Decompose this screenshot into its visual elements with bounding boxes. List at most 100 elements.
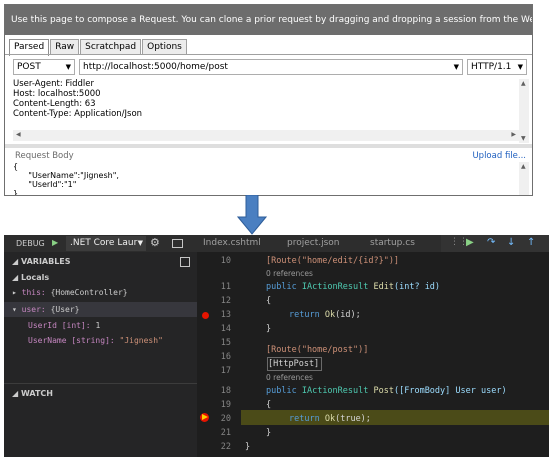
debug-title: DEBUG (16, 239, 45, 248)
code-line[interactable]: } (245, 442, 250, 452)
request-headers-textarea[interactable]: User-Agent: Fiddler Host: localhost:5000… (13, 79, 518, 127)
header-line: Content-Length: 63 (13, 99, 96, 109)
codelens-references[interactable]: 0 references (266, 373, 313, 382)
locals-header-label: Locals (20, 273, 50, 282)
code-line[interactable]: [Route("home/post")] (266, 345, 368, 355)
scroll-down-icon[interactable]: ▼ (521, 135, 526, 142)
chevron-down-icon: ▾ (12, 305, 22, 314)
gear-icon[interactable]: ⚙ (150, 236, 160, 249)
request-body-textarea[interactable]: { "UserName":"Jignesh", "UserId":"1" } (13, 162, 518, 195)
variable-name: user: (21, 305, 46, 314)
header-line: Content-Type: Application/Json (13, 109, 143, 119)
tab-project-json[interactable]: project.json (287, 235, 340, 252)
divider (4, 383, 197, 384)
scroll-up-icon[interactable]: ▲ (521, 163, 526, 170)
start-debugging-icon[interactable]: ▶ (52, 238, 58, 247)
code-line[interactable]: } (266, 324, 271, 334)
chevron-down-icon: ▼ (137, 239, 143, 247)
line-number: 12 (220, 296, 231, 306)
code-line[interactable]: { (266, 296, 271, 306)
line-number: 14 (220, 324, 231, 334)
chevron-down-icon: ◢ (12, 257, 21, 266)
code-line[interactable]: [Route("home/edit/{id?}")] (266, 256, 399, 266)
debug-console-icon[interactable] (172, 239, 183, 248)
code-line[interactable]: public IActionResult Post([FromBody] Use… (266, 386, 507, 396)
step-into-icon[interactable]: ↓ (507, 237, 515, 248)
variable-value: {HomeController} (50, 288, 128, 297)
codelens-references[interactable]: 0 references (266, 269, 313, 278)
composer-tabs: Parsed Raw Scratchpad Options (9, 39, 188, 56)
tab-index-cshtml[interactable]: Index.cshtml (203, 235, 261, 252)
tab-divider (5, 54, 532, 55)
chevron-down-icon: ◢ (12, 273, 21, 282)
code-function: Post (373, 386, 394, 396)
code-keyword: public (266, 282, 297, 292)
line-number: 16 (220, 352, 231, 362)
line-number: 11 (220, 282, 231, 292)
headers-horizontal-scrollbar[interactable]: ◀ ▶ (13, 130, 519, 141)
code-line[interactable]: return Ok(true); (289, 414, 371, 424)
down-arrow-icon (237, 195, 267, 235)
http-version-select[interactable]: HTTP/1.1 ▼ (467, 59, 527, 75)
scroll-up-icon[interactable]: ▲ (521, 80, 526, 87)
step-out-icon[interactable]: ↑ (527, 237, 535, 248)
composer-banner: Use this page to compose a Request. You … (5, 5, 532, 35)
line-number: 18 (220, 386, 231, 396)
line-number: 19 (220, 400, 231, 410)
watch-header[interactable]: ◢ WATCH (12, 389, 53, 398)
chevron-down-icon: ▼ (517, 63, 523, 71)
code-line[interactable]: } (266, 428, 271, 438)
step-over-icon[interactable]: ↷ (487, 237, 495, 248)
body-vertical-scrollbar[interactable]: ▲ (519, 162, 529, 195)
code-keyword: public (266, 386, 297, 396)
tab-raw[interactable]: Raw (50, 39, 80, 55)
variable-name: UserName [string]: (28, 336, 115, 345)
code-function: Ok (324, 310, 336, 320)
line-number: 17 (220, 366, 231, 376)
method-select[interactable]: POST ▼ (13, 59, 75, 75)
debug-toolbar: ⋮⋮ ▶ ↷ ↓ ↑ (441, 235, 549, 252)
launch-config-value: .NET Core Laur (70, 238, 138, 248)
variable-name: this: (21, 288, 46, 297)
chevron-down-icon: ◢ (12, 389, 21, 398)
variable-user[interactable]: ▾ user: {User} (12, 305, 79, 314)
variables-header-label: VARIABLES (20, 257, 71, 266)
code-function: Edit (373, 282, 394, 292)
breakpoint-icon[interactable] (202, 312, 209, 319)
code-type: IActionResult (301, 282, 369, 292)
tab-startup-cs[interactable]: startup.cs (370, 235, 415, 252)
debug-sidebar (4, 235, 197, 457)
current-execution-arrow-icon (202, 414, 208, 420)
variable-userid[interactable]: UserId [int]: 1 (28, 321, 100, 330)
code-text: (true); (335, 414, 371, 424)
tab-scratchpad[interactable]: Scratchpad (80, 39, 142, 55)
scroll-right-icon[interactable]: ▶ (511, 131, 516, 138)
code-keyword: return (289, 310, 320, 320)
code-line[interactable]: public IActionResult Edit(int? id) (266, 282, 440, 292)
code-type: IActionResult (301, 386, 369, 396)
splitter[interactable] (5, 144, 532, 148)
code-line[interactable]: { (266, 400, 271, 410)
http-version-value: HTTP/1.1 (471, 62, 512, 72)
line-number: 22 (220, 442, 231, 452)
header-line: Host: localhost:5000 (13, 89, 101, 99)
variable-username[interactable]: UserName [string]: "Jignesh" (28, 336, 163, 345)
variables-header[interactable]: ◢ VARIABLES (12, 257, 71, 266)
code-line[interactable]: return Ok(id); (289, 310, 361, 320)
upload-file-link[interactable]: Upload file... (472, 151, 526, 161)
code-line[interactable]: [HttpPost] (268, 359, 319, 369)
collapse-all-icon[interactable] (180, 257, 190, 267)
variable-this[interactable]: ▸ this: {HomeController} (12, 288, 128, 297)
method-value: POST (17, 62, 41, 72)
url-input[interactable]: http://localhost:5000/home/post ▼ (79, 59, 463, 75)
tab-options[interactable]: Options (142, 39, 187, 55)
line-number: 21 (220, 428, 231, 438)
current-line-highlight (241, 410, 549, 425)
locals-header[interactable]: ◢ Locals (12, 273, 49, 282)
continue-icon[interactable]: ▶ (466, 237, 474, 248)
launch-config-select[interactable]: .NET Core Laur ▼ (66, 236, 146, 251)
scroll-left-icon[interactable]: ◀ (16, 131, 21, 138)
headers-vertical-scrollbar[interactable]: ▲ ▼ (519, 79, 529, 143)
fiddler-composer: Use this page to compose a Request. You … (4, 4, 533, 196)
vscode-window: DEBUG ▶ .NET Core Laur ▼ ⚙ Index.cshtml … (4, 235, 549, 457)
